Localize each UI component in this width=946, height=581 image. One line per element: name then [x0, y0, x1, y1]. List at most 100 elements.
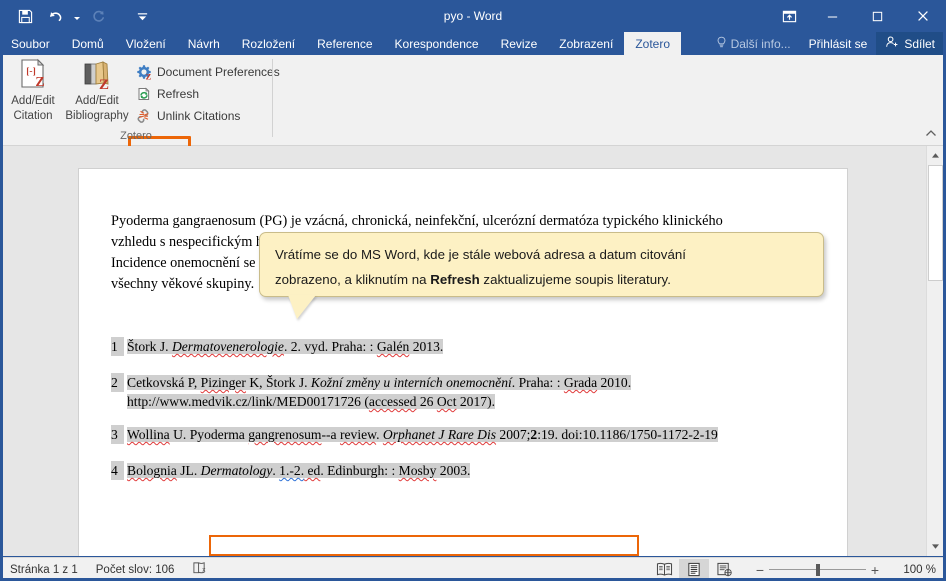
share-label: Sdílet [904, 36, 935, 51]
vertical-scrollbar[interactable] [926, 146, 944, 556]
close-icon[interactable] [900, 0, 946, 32]
tab-rozlozeni[interactable]: Rozložení [231, 32, 306, 55]
bib-number: 3 [111, 425, 124, 444]
read-mode-icon[interactable] [649, 559, 679, 581]
bib-segment: --a [321, 427, 340, 442]
bib-segment: 1.-2. [279, 463, 305, 478]
unlink-citations-button[interactable]: Unlink Citations [131, 105, 244, 127]
restore-icon[interactable] [855, 0, 900, 32]
bib-segment: . Edinburgh: : [320, 463, 399, 478]
bib-segment: ed [304, 463, 321, 478]
tab-zobrazeni[interactable]: Zobrazení [548, 32, 624, 55]
tell-me-label: Další info... [730, 36, 791, 51]
tab-soubor[interactable]: Soubor [0, 32, 61, 55]
ribbon-options-icon[interactable] [768, 0, 810, 32]
add-edit-citation-label-2: Citation [13, 110, 53, 122]
tab-navrh[interactable]: Návrh [177, 32, 231, 55]
scrollbar-thumb[interactable] [928, 165, 943, 281]
ribbon-group-divider [272, 59, 273, 137]
status-bar: Stránka 1 z 1 Počet slov: 106 x − + 100 … [0, 557, 946, 581]
bib-segment: Dermatovenerologie [171, 339, 284, 354]
document-preferences-button[interactable]: Z Document Preferences [131, 61, 284, 83]
tab-revize[interactable]: Revize [490, 32, 549, 55]
bib-segment: :19. doi:10.1186/1750-1172-2-19 [537, 427, 718, 442]
tab-vlozeni[interactable]: Vložení [115, 32, 177, 55]
zoom-control[interactable]: − + 100 % [751, 563, 936, 577]
bib-segment: Mosby [398, 463, 437, 478]
bibliography-list[interactable]: 1 Štork J. Dermatovenerologie. 2. vyd. P… [111, 337, 821, 497]
bib-segment: 2013. [409, 339, 444, 354]
ribbon-group-zotero: [-] Z Add/Edit Citation Z Add/Edit Bibli… [0, 55, 280, 160]
undo-icon[interactable] [40, 3, 70, 29]
zoom-in-button[interactable]: + [866, 563, 884, 577]
bib-segment: Štork J. [127, 339, 172, 354]
callout-refresh-emphasis: Refresh [430, 272, 480, 287]
bibliography-entry[interactable]: 4 Bolognia JL. Dermatology. 1.-2. ed. Ed… [111, 461, 821, 480]
document-page[interactable]: Pyoderma gangraenosum (PG) je vzácná, ch… [78, 168, 848, 556]
web-layout-icon[interactable] [709, 559, 739, 581]
zoom-level-label[interactable]: 100 % [892, 564, 936, 576]
bib-segment: . [376, 427, 383, 442]
callout-line-2: zobrazeno, a kliknutím na Refresh zaktua… [275, 267, 809, 292]
callout-text-post: zaktualizujeme soupis literatury. [479, 272, 671, 287]
page-indicator[interactable]: Stránka 1 z 1 [10, 564, 78, 576]
document-canvas[interactable]: Pyoderma gangraenosum (PG) je vzácná, ch… [3, 146, 943, 556]
word-count[interactable]: Počet slov: 106 [96, 564, 175, 576]
tab-zotero[interactable]: Zotero [624, 32, 681, 55]
tell-me-search[interactable]: Další info... [707, 32, 800, 55]
zoom-slider-knob[interactable] [816, 563, 820, 576]
bibliography-entry[interactable]: 1 Štork J. Dermatovenerologie. 2. vyd. P… [111, 337, 821, 356]
bib-segment: . 2. vyd. Praha: : [283, 339, 377, 354]
scroll-down-icon[interactable] [927, 538, 944, 555]
tab-domu[interactable]: Domů [61, 32, 115, 55]
bib-segment: gangrenosum [248, 427, 322, 442]
add-edit-citation-button[interactable]: [-] Z Add/Edit Citation [2, 57, 64, 125]
paragraph-line-1: Pyoderma gangraenosum (PG) je vzácná, ch… [111, 213, 723, 229]
proofing-errors-icon[interactable]: x [192, 561, 207, 578]
bibliography-entry[interactable]: 3 Wollina U. Pyoderma gangrenosum--a rev… [111, 425, 821, 444]
bib-segment: Orphanet J Rare Dis [382, 427, 497, 442]
svg-text:x: x [203, 567, 207, 574]
bib-segment: 2007; [496, 427, 531, 442]
share-button[interactable]: Sdílet [876, 32, 946, 55]
bib-segment: U. Pyoderma [169, 427, 249, 442]
bib-number: 2 [111, 373, 124, 392]
refresh-icon [135, 86, 152, 103]
ribbon-content: [-] Z Add/Edit Citation Z Add/Edit Bibli… [0, 55, 946, 160]
tab-korespondence[interactable]: Korespondence [384, 32, 490, 55]
tab-reference[interactable]: Reference [306, 32, 383, 55]
chevron-down-icon[interactable] [127, 3, 157, 29]
zoom-out-button[interactable]: − [751, 563, 769, 577]
status-left: Stránka 1 z 1 Počet slov: 106 x [0, 561, 207, 578]
bibliography-entry[interactable]: 2 Cetkovská P, Pizinger K, Štork J. Kožn… [111, 373, 821, 411]
bib-segment: http://www.medvik.cz/link/MED00171726 ( [127, 394, 369, 409]
share-person-icon [885, 35, 899, 52]
bib-segment: 2003. [436, 463, 471, 478]
ribbon-tabs: Soubor Domů Vložení Návrh Rozložení Refe… [0, 32, 681, 55]
zoom-slider[interactable] [769, 563, 866, 577]
redo-icon [83, 3, 113, 29]
undo-dropdown-icon[interactable] [70, 3, 83, 29]
callout-line-1: Vrátíme se do MS Word, kde je stále webo… [275, 247, 686, 262]
sign-in-button[interactable]: Přihlásit se [800, 32, 877, 55]
status-right: − + 100 % [649, 558, 946, 581]
title-bar: pyo - Word [0, 0, 946, 32]
svg-text:Z: Z [145, 71, 151, 80]
bib-url-line[interactable]: http://www.medvik.cz/link/MED00171726 (a… [127, 394, 495, 409]
refresh-button[interactable]: Refresh [131, 83, 203, 105]
word-application-window: pyo - Word Soubor Domů Vložení Návrh Roz… [0, 0, 946, 581]
add-edit-bibliography-button[interactable]: Z Add/Edit Bibliography [60, 57, 134, 125]
bib-segment: . Praha: : [511, 375, 564, 390]
scroll-up-icon[interactable] [927, 147, 944, 164]
bib-segment: Pizinger [200, 375, 246, 390]
add-edit-bibliography-label-2: Bibliography [65, 110, 129, 122]
bib-segment: 2017). [456, 394, 495, 409]
window-controls [768, 0, 946, 32]
minimize-icon[interactable] [810, 0, 855, 32]
save-icon[interactable] [10, 3, 40, 29]
bib-segment: Bolognia [127, 463, 177, 478]
collapse-ribbon-icon[interactable] [923, 125, 939, 141]
bib-segment: Cetkovská P, [127, 375, 201, 390]
print-layout-icon[interactable] [679, 558, 709, 581]
callout-text-pre: zobrazeno, a kliknutím na [275, 272, 431, 287]
